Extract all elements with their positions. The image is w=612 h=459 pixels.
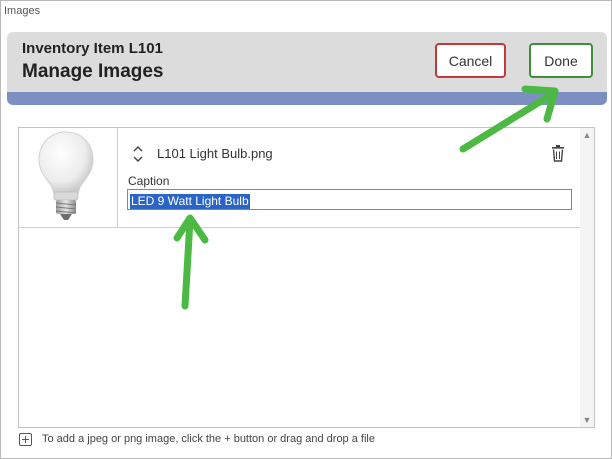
footer-hint-text: To add a jpeg or png image, click the + …: [42, 433, 375, 445]
images-window: Images Inventory Item L101 Manage Images…: [0, 0, 612, 459]
caption-input[interactable]: LED 9 Watt Light Bulb: [127, 189, 572, 210]
trash-icon[interactable]: [551, 145, 565, 162]
scroll-up-icon[interactable]: ▲: [580, 128, 594, 142]
vertical-scrollbar[interactable]: ▲ ▼: [580, 128, 594, 427]
image-file-name: L101 Light Bulb.png: [157, 146, 273, 161]
image-row: L101 Light Bulb.png Caption LED 9 Watt L…: [19, 128, 581, 228]
sort-updown-icon[interactable]: [132, 144, 144, 164]
light-bulb-image: [38, 131, 94, 220]
footer-hint: To add a jpeg or png image, click the + …: [19, 432, 375, 446]
page-title: Manage Images: [22, 61, 164, 82]
caption-selected-text: LED 9 Watt Light Bulb: [130, 194, 250, 209]
header-panel: Inventory Item L101 Manage Images Cancel…: [7, 32, 607, 92]
add-plus-icon[interactable]: [19, 432, 32, 446]
item-subtitle: Inventory Item L101: [22, 40, 163, 57]
done-button[interactable]: Done: [529, 43, 593, 78]
image-list: L101 Light Bulb.png Caption LED 9 Watt L…: [18, 127, 595, 428]
header-accent-band: [7, 92, 607, 105]
image-thumbnail: [19, 128, 118, 227]
caption-label: Caption: [128, 174, 170, 188]
window-title: Images: [4, 5, 41, 17]
scroll-down-icon[interactable]: ▼: [580, 413, 594, 427]
cancel-button[interactable]: Cancel: [435, 43, 506, 78]
